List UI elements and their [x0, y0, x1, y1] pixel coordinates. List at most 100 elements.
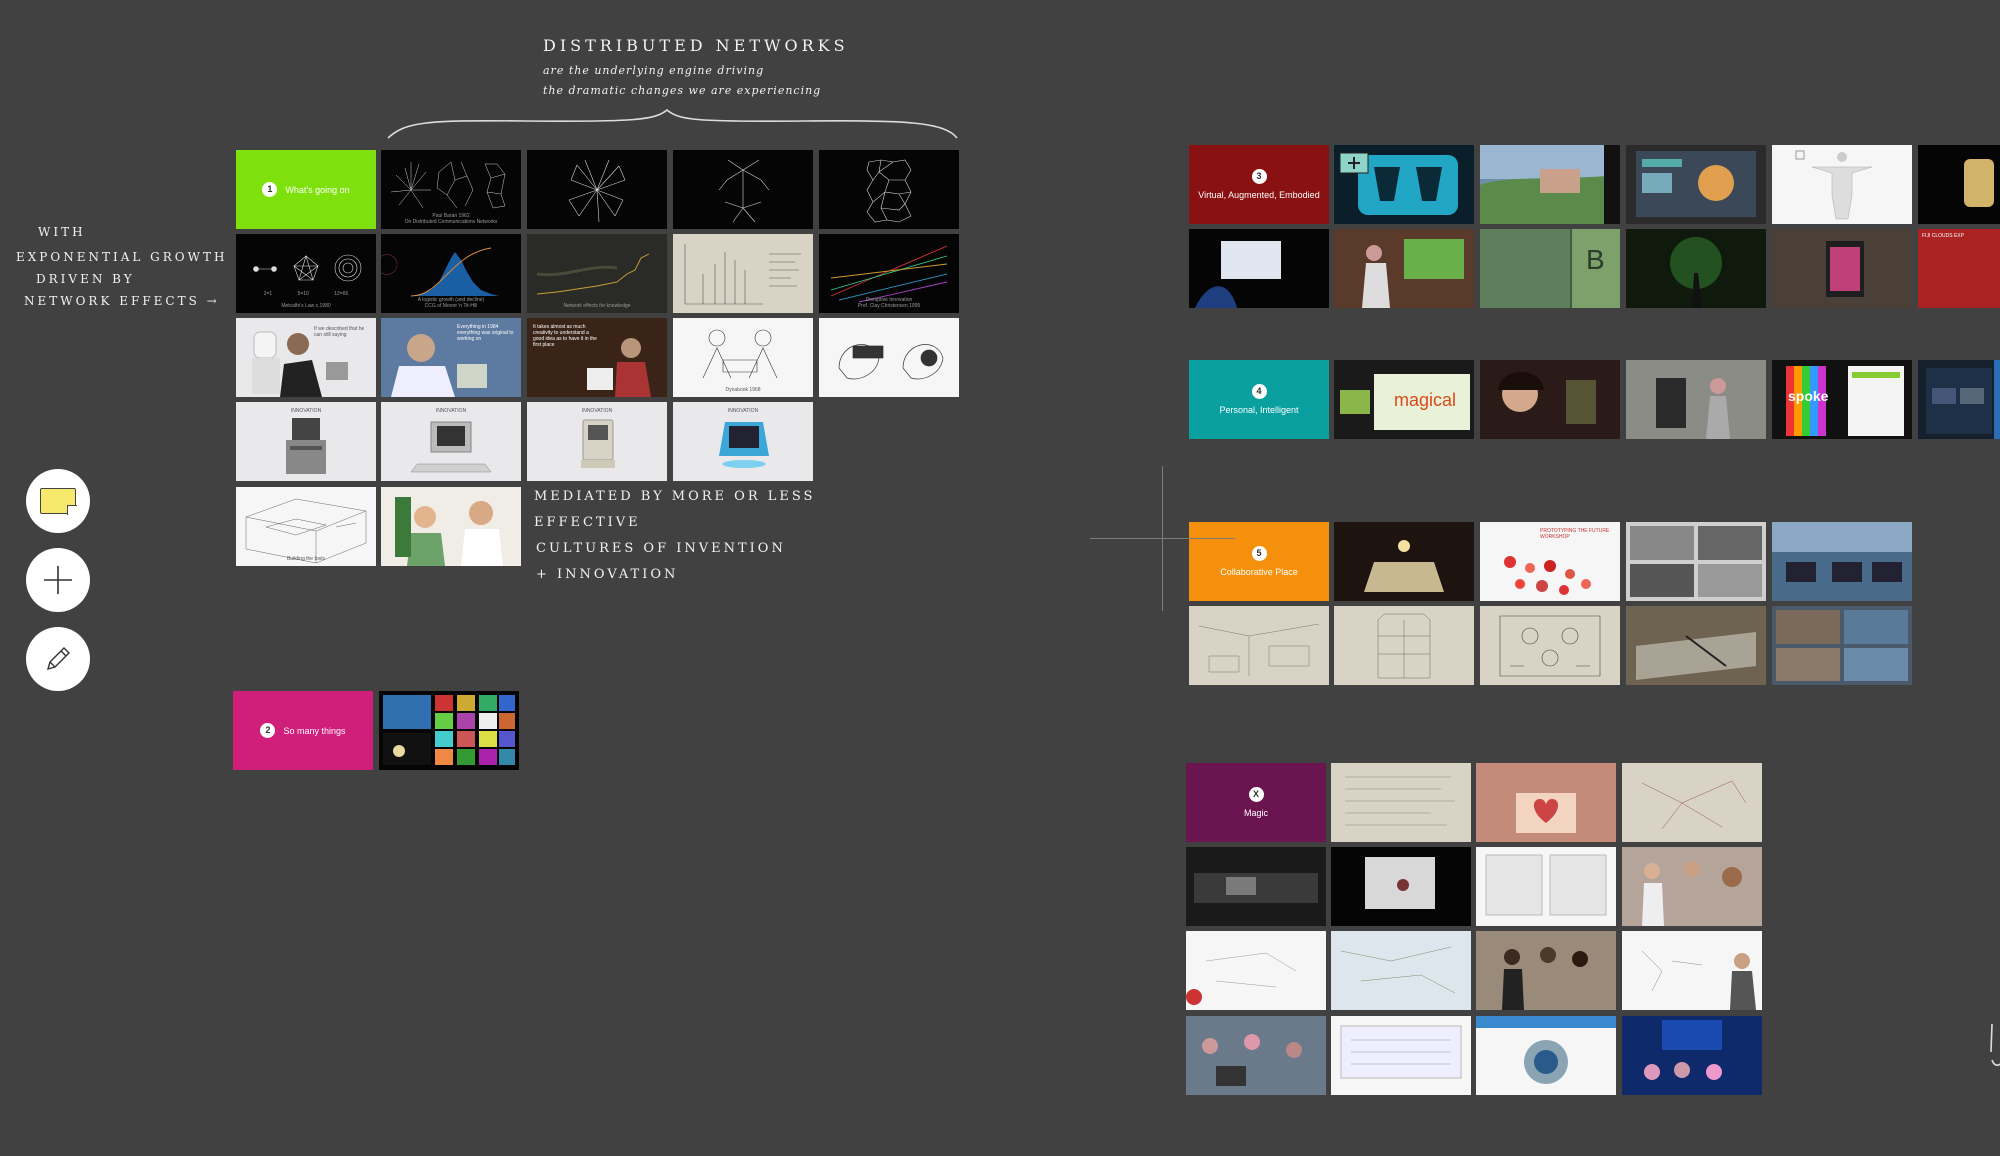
computer-thumbnail[interactable]: INNOVATION — [381, 402, 521, 481]
room-thumbnail[interactable]: B — [1480, 229, 1620, 308]
growth-line3: DRIVEN BY — [36, 272, 135, 286]
metcalfe-diagram — [253, 254, 362, 282]
workshop-bw-thumbnail[interactable] — [1626, 522, 1766, 601]
caption-line: 12=66 — [334, 291, 349, 297]
magical-screen-thumbnail[interactable]: magical — [1334, 360, 1474, 439]
thumbnail-caption: INNOVATION — [435, 408, 467, 414]
plan-sketch-thumbnail[interactable] — [1480, 606, 1620, 685]
draw-tool-button[interactable] — [26, 627, 90, 691]
thumbnail-caption: FIJI CLOUDS EXP — [1922, 233, 1964, 239]
portrait-thumbnail[interactable]: Everything in 1984 everything was origin… — [381, 318, 521, 397]
distributed-networks-line2: the dramatic changes we are experiencing — [543, 84, 822, 97]
whiteboard-presenter-thumbnail[interactable] — [1622, 931, 1762, 1010]
landscape-thumbnail[interactable] — [1480, 145, 1620, 224]
thumbnail-caption: INNOVATION — [727, 408, 759, 414]
thumbnail-caption: Metcalfe's Law c.1980 — [281, 303, 331, 309]
network-diagram-thumbnail[interactable] — [673, 150, 813, 229]
section-number-badge: 4 — [1251, 384, 1267, 399]
anatomy-thumbnail[interactable] — [1772, 145, 1912, 224]
notes-image — [1345, 776, 1455, 826]
lamp-room-thumbnail[interactable] — [1334, 522, 1474, 601]
computer-thumbnail[interactable]: INNOVATION — [527, 402, 667, 481]
section-label: Virtual, Augmented, Embodied — [1198, 190, 1320, 200]
group-discussion-thumbnail[interactable] — [1476, 931, 1616, 1010]
computer-thumbnail[interactable]: INNOVATION — [673, 402, 813, 481]
tablet-thumbnail[interactable] — [1772, 229, 1912, 308]
news-app-thumbnail[interactable] — [1918, 360, 2000, 439]
team-laptops-thumbnail[interactable] — [1186, 1016, 1326, 1095]
presentation-image — [1365, 857, 1435, 909]
disruptive-innovation-thumbnail[interactable]: Disruptive Innovation Prof. Clay Christe… — [819, 234, 959, 313]
knowledge-network-thumbnail[interactable]: Network effects for knowledge — [527, 234, 667, 313]
collage-thumbnail[interactable] — [379, 691, 519, 770]
section-label: Personal, Intelligent — [1219, 405, 1299, 415]
kinect-thumbnail[interactable] — [1334, 229, 1474, 308]
add-tool-button[interactable] — [26, 548, 90, 612]
news-app-image — [1926, 360, 2000, 439]
team-meeting-thumbnail[interactable] — [1622, 847, 1762, 926]
network-diagram-thumbnail[interactable]: Paul Baran 1962 On Distributed Communica… — [381, 150, 521, 229]
projection-thumbnail[interactable] — [1189, 229, 1329, 308]
thumbnail-caption: PROTOTYPING THE FUTURE WORKSHOP — [1540, 528, 1610, 540]
section-header-1: 1 What's going on — [262, 182, 350, 197]
section-tile-4[interactable]: 4 Personal, Intelligent — [1189, 360, 1329, 439]
web-badge-image — [1476, 1016, 1616, 1084]
office-whiteboard-thumbnail[interactable] — [1331, 1016, 1471, 1095]
interior-sketch-thumbnail[interactable] — [1189, 606, 1329, 685]
network-diagram-thumbnail[interactable] — [819, 150, 959, 229]
portrait-phone-thumbnail[interactable] — [1480, 360, 1620, 439]
robot-portrait-thumbnail[interactable]: If we described that he can still saying — [236, 318, 376, 397]
interface-thumbnail[interactable] — [1626, 145, 1766, 224]
mindmap-thumbnail[interactable] — [1622, 763, 1762, 842]
caption-line: 2=1 — [263, 291, 273, 297]
distributed-networks-title: DISTRIBUTED NETWORKS — [543, 36, 849, 55]
glass-table-thumbnail[interactable] — [1626, 606, 1766, 685]
headset-sketch-image — [838, 344, 944, 380]
pencil-icon — [46, 647, 70, 671]
team-collage-thumbnail[interactable] — [1772, 606, 1912, 685]
spoke-app-thumbnail[interactable]: spoke — [1772, 360, 1912, 439]
section-tile-3[interactable]: 3 Virtual, Augmented, Embodied — [1189, 145, 1329, 224]
group-discussion-image — [1502, 947, 1588, 1010]
mediated-line3: CULTURES OF INVENTION — [536, 541, 786, 556]
whiteboard-sketch-thumbnail[interactable] — [1186, 931, 1326, 1010]
dark-scene-thumbnail[interactable] — [1626, 229, 1766, 308]
mediated-line4: + INNOVATION — [536, 567, 679, 582]
section-tile-1[interactable]: 1 What's going on — [236, 150, 376, 229]
section-tile-2[interactable]: 2 So many things — [233, 691, 373, 770]
web-badge-thumbnail[interactable] — [1476, 1016, 1616, 1095]
metcalfe-law-thumbnail[interactable]: 2=1 5=10 12=66 Metcalfe's Law c.1980 — [236, 234, 376, 313]
floorplan-sketch-thumbnail[interactable]: Building the tools — [236, 487, 376, 566]
mediated-line2: EFFECTIVE — [534, 515, 641, 530]
section-label: Magic — [1243, 808, 1268, 818]
section-label: Collaborative Place — [1220, 567, 1298, 577]
award-event-thumbnail[interactable] — [1622, 1016, 1762, 1095]
presentation-thumbnail[interactable] — [1331, 847, 1471, 926]
heart-craft-thumbnail[interactable] — [1476, 763, 1616, 842]
future-workshop-thumbnail[interactable]: PROTOTYPING THE FUTURE WORKSHOP — [1480, 522, 1620, 601]
street-photo-thumbnail[interactable] — [1626, 360, 1766, 439]
distributed-network-image — [866, 159, 912, 223]
computer-thumbnail[interactable]: INNOVATION — [236, 402, 376, 481]
dynabook-sketch-thumbnail[interactable]: Dynabook 1968 — [673, 318, 813, 397]
whiteboard-diagram-thumbnail[interactable] — [1331, 931, 1471, 1010]
meeting-room-thumbnail[interactable] — [1186, 847, 1326, 926]
vr-goggles-thumbnail[interactable] — [1334, 145, 1474, 224]
whiteboard-canvas[interactable]: DISTRIBUTED NETWORKS are the underlying … — [0, 0, 2000, 1156]
shelf-sketch-thumbnail[interactable] — [1334, 606, 1474, 685]
lecture-photo-thumbnail[interactable]: It takes almost as much creativity to un… — [527, 318, 667, 397]
storefront-thumbnail[interactable]: FIJI CLOUDS EXP — [1918, 229, 2000, 308]
logistic-growth-thumbnail[interactable]: A logistic growth (and decline) CCG of M… — [381, 234, 521, 313]
office-photo-thumbnail[interactable] — [1772, 522, 1912, 601]
device-thumbnail[interactable] — [1918, 145, 2000, 224]
sticky-note-tool-button[interactable] — [26, 469, 90, 533]
wall-notes-thumbnail[interactable] — [1476, 847, 1616, 926]
caption-line: CCG of Moore 'n Tit-Hill — [424, 303, 478, 309]
section-tile-magic[interactable]: X Magic — [1186, 763, 1326, 842]
vr-headset-sketch-thumbnail[interactable] — [819, 318, 959, 397]
network-diagram-thumbnail[interactable] — [527, 150, 667, 229]
whiteboard-notes-thumbnail[interactable] — [1331, 763, 1471, 842]
section-tile-5[interactable]: 5 Collaborative Place — [1189, 522, 1329, 601]
hand-drawn-chart-thumbnail[interactable] — [673, 234, 813, 313]
people-photo-thumbnail[interactable] — [381, 487, 521, 566]
